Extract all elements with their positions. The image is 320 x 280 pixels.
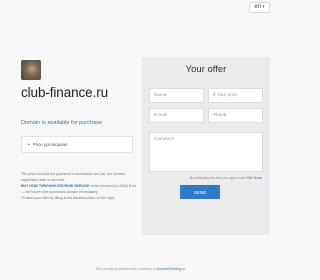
price-text: Price договорная — [32, 142, 68, 147]
language-value: en — [254, 4, 262, 10]
escrow-link[interactable]: BUY NOW THROUGH ESCROW SERVICE — [21, 184, 90, 188]
purchase-note: The price includes the guarantor's commi… — [21, 171, 139, 201]
terms-prefix: By submitting this form you agree to the — [189, 176, 247, 180]
name-field[interactable]: Name — [149, 88, 204, 103]
bullet-icon: • — [28, 141, 30, 148]
available-text: Domain is available for purchase — [21, 120, 103, 126]
footer-text: This domain is parked free, courtesy of — [95, 267, 156, 271]
terms-link[interactable]: Site Terms — [247, 176, 262, 180]
domain-name: club-finance.ru — [21, 85, 109, 100]
note-line-1: The price includes the guarantor's commi… — [21, 172, 125, 182]
footer-link[interactable]: DomainParking.ru — [157, 267, 185, 271]
price-box: • Price договорная — [21, 136, 133, 153]
note-line-3: Or send your offer by filling in the fee… — [21, 196, 115, 200]
price-field[interactable]: ₽ Your price — [208, 88, 263, 103]
comment-field[interactable]: Comment — [149, 132, 263, 172]
offer-form: Your offer Name ₽ Your price E-mail Phon… — [142, 57, 270, 235]
terms-text: By submitting this form you agree to the… — [190, 176, 262, 180]
language-select[interactable]: en ▾ — [249, 2, 270, 13]
offer-title: Your offer — [185, 64, 227, 75]
footer: This domain is parked free, courtesy of … — [0, 267, 280, 271]
domain-info-panel: club-finance.ru Domain is available for … — [21, 60, 139, 201]
phone-field[interactable]: Phone — [208, 108, 263, 123]
chevron-down-icon: ▾ — [262, 4, 265, 10]
logo-image — [21, 60, 41, 80]
send-button[interactable]: SEND — [180, 185, 220, 199]
email-field[interactable]: E-mail — [149, 108, 204, 123]
